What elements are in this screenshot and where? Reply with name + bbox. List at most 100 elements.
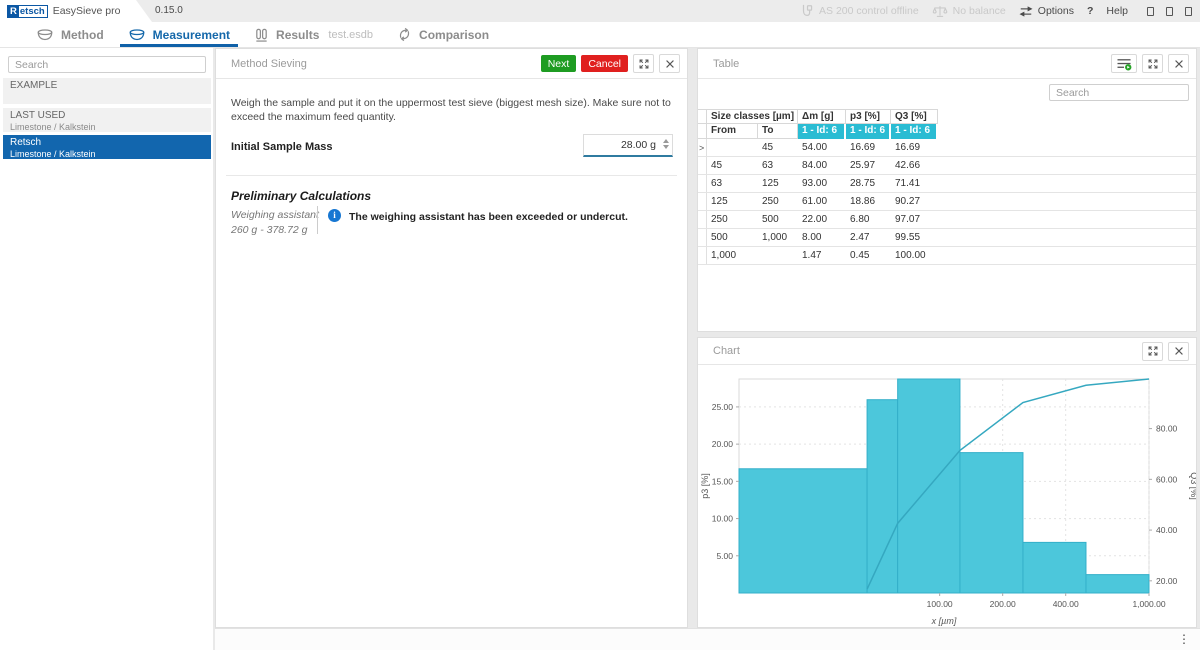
close-icon — [664, 58, 676, 70]
tab-comparison[interactable]: Comparison — [385, 22, 501, 47]
cell-marker — [698, 175, 707, 192]
cell-p3: 16.69 — [846, 139, 891, 156]
table-row[interactable]: 456384.0025.9742.66 — [698, 157, 1196, 175]
table-header-row-2: From To 1 - Id: 6 1 - Id: 6 1 - Id: 6 — [698, 124, 1196, 139]
sidebar-item-last-used[interactable]: LAST USED Limestone / Kalkstein — [3, 108, 211, 132]
title-bar: R etsch EasySieve pro 0.15.0 AS 200 cont… — [0, 0, 1200, 22]
expand-panel-button[interactable] — [1142, 54, 1163, 73]
cell-dm: 22.00 — [798, 211, 846, 228]
tab-results[interactable]: Results test.esdb — [242, 22, 385, 47]
cell-marker — [698, 211, 707, 228]
device-cable-icon — [800, 3, 814, 19]
cell-marker — [698, 247, 707, 264]
chart-panel-title: Chart — [713, 345, 1137, 357]
options-button[interactable]: Options — [1019, 5, 1074, 18]
series-id-header[interactable]: 1 - Id: 6 — [891, 124, 938, 139]
cell-q3: 16.69 — [891, 139, 938, 156]
table-row[interactable]: 1,0001.470.45100.00 — [698, 247, 1196, 265]
sidebar-item-example[interactable]: EXAMPLE — [3, 78, 211, 104]
sample-mass-value: 28.00 g — [621, 139, 656, 151]
sample-mass-label: Initial Sample Mass — [231, 141, 332, 153]
expand-icon — [638, 58, 650, 70]
table-row[interactable]: 12525061.0018.8690.27 — [698, 193, 1196, 211]
right-tick-label: 40.00 — [1156, 525, 1178, 535]
close-icon — [1173, 345, 1185, 357]
expand-panel-button[interactable] — [1142, 342, 1163, 361]
cell-filler — [938, 229, 1196, 246]
histogram-bar — [960, 453, 1023, 593]
close-panel-button[interactable] — [1168, 54, 1189, 73]
cell-filler — [938, 193, 1196, 210]
close-panel-button[interactable] — [659, 54, 680, 73]
options-icon — [1019, 5, 1033, 18]
cell-to: 1,000 — [758, 229, 798, 246]
tab-measurement[interactable]: Measurement — [116, 22, 242, 47]
sidebar-item-title: EXAMPLE — [10, 80, 204, 92]
cell-q3: 42.66 — [891, 157, 938, 174]
cell-marker: > — [698, 139, 707, 156]
more-options-icon[interactable]: ⋮ — [1178, 632, 1190, 646]
tab-method[interactable]: Method — [24, 22, 116, 47]
table-panel: Table Size classes [µm] Δm [g] p3 [%] Q3… — [697, 48, 1197, 332]
table-row[interactable]: >4554.0016.6916.69 — [698, 139, 1196, 157]
mass-stepper[interactable] — [663, 139, 669, 149]
series-id-header[interactable]: 1 - Id: 6 — [798, 124, 846, 139]
cell-q3: 100.00 — [891, 247, 938, 264]
window-maximize-icon[interactable] — [1166, 7, 1173, 16]
stepper-down-icon[interactable] — [663, 145, 669, 149]
table-header-row-1: Size classes [µm] Δm [g] p3 [%] Q3 [%] — [698, 109, 1196, 124]
table-row[interactable]: 6312593.0028.7571.41 — [698, 175, 1196, 193]
next-button[interactable]: Next — [541, 55, 577, 72]
logo-rest: etsch — [19, 6, 47, 17]
chart-body: 5.0010.0015.0020.0025.0020.0040.0060.008… — [698, 365, 1196, 627]
close-panel-button[interactable] — [1168, 342, 1189, 361]
cell-from: 63 — [707, 175, 758, 192]
cell-from: 500 — [707, 229, 758, 246]
chart-panel-header: Chart — [698, 338, 1196, 365]
options-label: Options — [1038, 5, 1074, 17]
cell-p3: 25.97 — [846, 157, 891, 174]
table-row[interactable]: 25050022.006.8097.07 — [698, 211, 1196, 229]
cell-q3: 99.55 — [891, 229, 938, 246]
device-status-label: AS 200 control offline — [819, 5, 919, 17]
marker-column-header — [698, 124, 707, 139]
window-close-icon[interactable] — [1185, 7, 1192, 16]
stepper-up-icon[interactable] — [663, 139, 669, 143]
sample-mass-input[interactable]: 28.00 g — [583, 134, 673, 157]
method-sidebar: EXAMPLE LAST USED Limestone / Kalkstein … — [0, 48, 213, 650]
balance-icon — [932, 4, 948, 19]
quick-help-button[interactable]: ? — [1087, 5, 1093, 17]
balance-status-label: No balance — [953, 5, 1006, 17]
sidebar-item-retsch[interactable]: Retsch Limestone / Kalkstein — [3, 135, 211, 159]
table-panel-title: Table — [713, 58, 1106, 70]
retsch-logo: R etsch — [7, 5, 48, 18]
right-tick-label: 20.00 — [1156, 576, 1178, 586]
sidebar-search-input[interactable] — [8, 56, 206, 73]
window-minimize-icon[interactable] — [1147, 7, 1154, 16]
cell-from: 1,000 — [707, 247, 758, 264]
left-tick-label: 15.00 — [712, 476, 734, 486]
cell-filler — [938, 175, 1196, 192]
help-label: Help — [1106, 5, 1128, 17]
series-id-header[interactable]: 1 - Id: 6 — [846, 124, 891, 139]
cell-to: 500 — [758, 211, 798, 228]
weighing-assistant-message: The weighing assistant has been exceeded… — [349, 211, 628, 223]
q3-header: Q3 [%] — [891, 109, 938, 124]
cell-dm: 8.00 — [798, 229, 846, 246]
logo-tab: R etsch EasySieve pro — [0, 0, 136, 22]
header-filler — [938, 124, 1196, 139]
cell-q3: 90.27 — [891, 193, 938, 210]
expand-panel-button[interactable] — [633, 54, 654, 73]
bottom-bar: ⋮ — [215, 628, 1200, 650]
cancel-button[interactable]: Cancel — [581, 55, 628, 72]
table-search-input[interactable] — [1049, 84, 1189, 101]
tab-method-label: Method — [61, 28, 104, 42]
help-button[interactable]: Help — [1106, 5, 1128, 17]
table-options-button[interactable] — [1111, 54, 1137, 73]
right-tick-label: 60.00 — [1156, 474, 1178, 484]
table-row[interactable]: 5001,0008.002.4799.55 — [698, 229, 1196, 247]
cell-to: 250 — [758, 193, 798, 210]
bar-chart-icon — [254, 27, 269, 42]
right-tick-label: 80.00 — [1156, 424, 1178, 434]
cell-marker — [698, 193, 707, 210]
